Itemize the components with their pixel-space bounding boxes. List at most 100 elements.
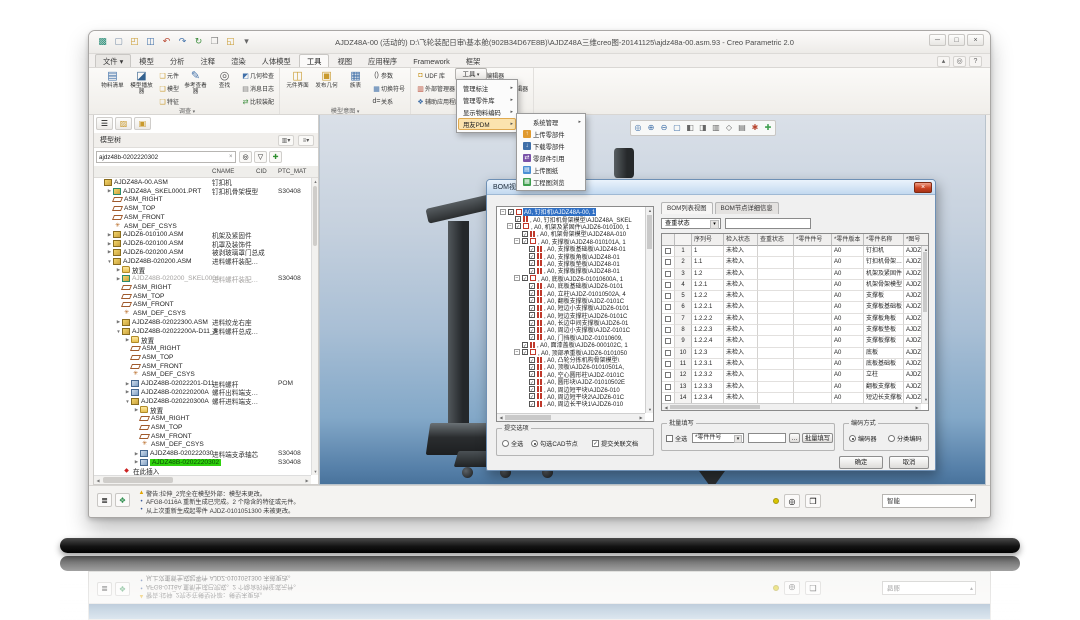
- node-checkbox[interactable]: ✓: [529, 327, 535, 333]
- dialog-tab-BOM节点详细信息[interactable]: BOM节点详细信息: [715, 202, 779, 214]
- row-checkbox[interactable]: [662, 382, 675, 393]
- qat-dropdown-icon[interactable]: ▾: [240, 35, 253, 48]
- batch-field-dropdown[interactable]: *零件件号: [692, 433, 744, 443]
- menu-item-工程图浏览[interactable]: ▦工程图浏览: [518, 176, 584, 188]
- tree-node[interactable]: ▶AJDZ48B-02022300.ASM进料绞龙右座: [94, 318, 311, 327]
- tree-node[interactable]: ASM_TOP: [94, 292, 311, 301]
- menu-item-零部件引用[interactable]: ⇄零部件引用: [518, 152, 584, 164]
- favorites-tab-icon[interactable]: ▣: [134, 117, 151, 130]
- row-checkbox[interactable]: [662, 348, 675, 359]
- radio-coder[interactable]: 编码器: [849, 434, 877, 443]
- open-file-icon[interactable]: ◰: [128, 35, 141, 48]
- message-log-button[interactable]: ▤消息日志: [241, 82, 274, 95]
- menu-item-上传零部件[interactable]: ↑上传零部件: [518, 128, 584, 140]
- expand-toggle-icon[interactable]: ▶: [115, 276, 122, 282]
- model-player-button[interactable]: ◪模型播放器: [128, 69, 155, 95]
- expand-toggle-icon[interactable]: ▶: [133, 451, 140, 457]
- save-icon[interactable]: ◫: [144, 35, 157, 48]
- tab-分析[interactable]: 分析: [162, 54, 193, 68]
- search-filter-icon[interactable]: ▽: [254, 151, 267, 163]
- row-checkbox[interactable]: [662, 325, 675, 336]
- column-序列号[interactable]: 序列号: [692, 234, 724, 246]
- row-checkbox[interactable]: [662, 246, 675, 257]
- tree-node[interactable]: ASM_RIGHT: [94, 414, 311, 423]
- bom-table-row[interactable]: 81.2.2.3未检入A0支撑板垫板AJDZ4: [662, 325, 928, 336]
- tree-node[interactable]: ASM_RIGHT: [94, 196, 311, 205]
- geometry-check-button[interactable]: ◩几何检查: [241, 69, 274, 82]
- expand-toggle-icon[interactable]: ▶: [124, 381, 131, 387]
- tree-node[interactable]: ▶放置: [94, 266, 311, 275]
- bom-table-row[interactable]: 131.2.3.3未检入A0翻板支撑板AJDZ-0: [662, 382, 928, 393]
- column-查重状态[interactable]: 查重状态: [758, 234, 794, 246]
- compare-assembly-button[interactable]: ⇄比较装配: [241, 95, 274, 108]
- folder-browser-tab-icon[interactable]: ▨: [115, 117, 132, 130]
- batch-value-input[interactable]: [748, 433, 786, 443]
- model-button[interactable]: ❑模型: [158, 82, 179, 95]
- tab-注释[interactable]: 注释: [192, 54, 223, 68]
- node-checkbox[interactable]: ✓: [522, 342, 528, 348]
- menu-item-下载零部件[interactable]: ↓下载零部件: [518, 140, 584, 152]
- node-checkbox[interactable]: ✓: [529, 393, 535, 399]
- tree-node[interactable]: ▼AJDZ48B-020200.ASM进料螺杆装配…: [94, 257, 311, 266]
- row-checkbox[interactable]: [662, 269, 675, 280]
- node-checkbox[interactable]: ✓: [529, 364, 535, 370]
- radio-select-all[interactable]: 全选: [502, 439, 523, 448]
- regenerate-icon[interactable]: ↻: [192, 35, 205, 48]
- row-checkbox[interactable]: [662, 257, 675, 268]
- bom-tree-vscroll[interactable]: ▲▼: [645, 207, 653, 413]
- bom-table-row[interactable]: 71.2.2.2未检入A0支撑板角板AJDZ4: [662, 314, 928, 325]
- column-cname[interactable]: CNAME: [212, 166, 234, 178]
- windows-icon[interactable]: ❒: [208, 35, 221, 48]
- dialog-tab-BOM列表视图[interactable]: BOM列表视图: [661, 202, 713, 214]
- switch-symbols-button[interactable]: ▦切换符号: [372, 82, 405, 95]
- tab-应用程序[interactable]: 应用程序: [360, 54, 405, 68]
- node-checkbox[interactable]: ✓: [529, 260, 535, 266]
- bom-table-row[interactable]: 11未检入A0钉扣机AJDZ4: [662, 246, 928, 257]
- tree-node[interactable]: ASM_RIGHT: [94, 344, 311, 353]
- column-*零件件号[interactable]: *零件件号: [794, 234, 832, 246]
- tree-node[interactable]: ▶AJDZ6-020100.ASM机罩及装饰件: [94, 239, 311, 248]
- refit-icon[interactable]: ◎: [632, 122, 644, 134]
- expand-toggle-icon[interactable]: ▶: [115, 267, 122, 273]
- component-button[interactable]: ❑元件: [158, 69, 179, 82]
- tree-horizontal-scrollbar[interactable]: ◀▶: [94, 475, 311, 484]
- menu-item-显示物料编码[interactable]: 显示物料编码▸: [458, 106, 516, 118]
- view-manager-icon[interactable]: ▤: [736, 122, 748, 134]
- folder-up-icon[interactable]: ◱: [224, 35, 237, 48]
- tree-node[interactable]: ✳ASM_DEF_CSYS: [94, 441, 311, 450]
- tab-文件[interactable]: 文件 ▾: [95, 54, 131, 68]
- collapse-toggle-icon[interactable]: −: [500, 209, 506, 215]
- tree-vertical-scrollbar[interactable]: ▲▼: [311, 178, 318, 475]
- expand-toggle-icon[interactable]: ▶: [106, 249, 113, 255]
- menu-item-上传图纸[interactable]: ▤上传图纸: [518, 164, 584, 176]
- tree-node[interactable]: ASM_TOP: [94, 353, 311, 362]
- menu-item-管理标注[interactable]: 管理标注▸: [458, 82, 516, 94]
- tab-视图[interactable]: 视图: [329, 54, 360, 68]
- tree-node[interactable]: ▶AJDZ48B-020220200A螺杆出料端支…: [94, 388, 311, 397]
- expand-toggle-icon[interactable]: ▶: [115, 319, 122, 325]
- menu-item-系统管理[interactable]: 系统管理▸: [518, 116, 584, 128]
- expand-toggle-icon[interactable]: ▼: [124, 399, 131, 404]
- tree-node[interactable]: ✳ASM_DEF_CSYS: [94, 222, 311, 231]
- expand-toggle-icon[interactable]: ▶: [106, 188, 113, 194]
- radio-classify[interactable]: 分类编码: [888, 434, 922, 443]
- node-checkbox[interactable]: ✓: [529, 253, 535, 259]
- reference-viewer-button[interactable]: ✎参考查看器: [182, 69, 209, 95]
- component-interface-button[interactable]: ◫元件界面: [284, 69, 311, 89]
- bom-table-hscroll[interactable]: ◀▶: [662, 403, 921, 410]
- feature-button[interactable]: ❑特征: [158, 95, 179, 108]
- ok-button[interactable]: 确定: [839, 456, 883, 469]
- tree-node[interactable]: ▶AJDZ48B-020222030进料端支承轴芯S30408: [94, 449, 311, 458]
- tree-node[interactable]: ▶AJDZ6-020200.ASM被剥玻璃罩门总成: [94, 248, 311, 257]
- row-checkbox[interactable]: [662, 291, 675, 302]
- tree-node[interactable]: ◆在此插入: [94, 467, 311, 475]
- bom-table-row[interactable]: 91.2.2.4未检入A0支撑板撑板AJDZ4: [662, 336, 928, 347]
- minimize-button[interactable]: ─: [929, 34, 946, 46]
- undo-icon[interactable]: ↶: [160, 35, 173, 48]
- browser-toggle-icon[interactable]: ❖: [115, 493, 130, 507]
- tree-node[interactable]: AJDZ48A-00.ASM钉扣机: [94, 178, 311, 187]
- tree-node[interactable]: ▼AJDZ48B-02022200A-D11_5进料螺杆总成…: [94, 327, 311, 336]
- close-button[interactable]: ×: [967, 34, 984, 46]
- node-checkbox[interactable]: ✓: [529, 320, 535, 326]
- tab-模型[interactable]: 模型: [131, 54, 162, 68]
